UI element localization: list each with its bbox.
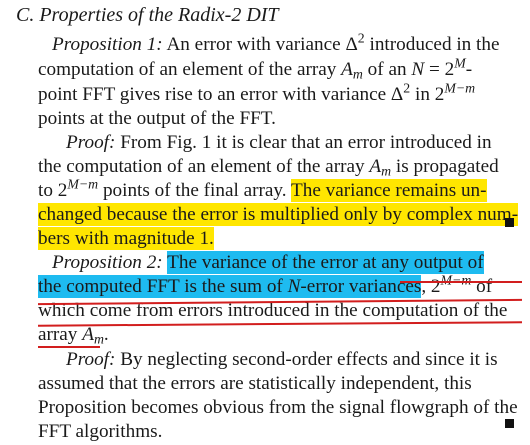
prop1-line-4: points at the output of the FFT. xyxy=(38,108,276,129)
prop1-line-3: point FFT gives rise to an error with va… xyxy=(38,80,476,105)
document-page: C. Properties of the Radix-2 DIT Proposi… xyxy=(0,0,530,442)
red-underline xyxy=(400,281,522,283)
qed-square-icon xyxy=(505,419,514,428)
proof1-label: Proof: xyxy=(66,132,116,153)
prop2-line-1: Proposition 2: The variance of the error… xyxy=(52,250,484,276)
proof2-label: Proof: xyxy=(66,349,116,370)
yellow-highlight: bers with magnitude 1. xyxy=(38,227,214,250)
prop1-line-2: computation of an element of the array A… xyxy=(38,55,473,82)
section-heading: C. Properties of the Radix-2 DIT xyxy=(16,4,279,26)
blue-highlight: The variance of the error at any output … xyxy=(167,251,484,274)
proof2-line-3: Proposition becomes obvious from the sig… xyxy=(38,397,518,418)
yellow-highlight: The variance remains un- xyxy=(291,179,487,202)
qed-square-icon xyxy=(505,218,514,227)
prop2-label: Proposition 2: xyxy=(52,252,163,273)
proof2-line-4: FFT algorithms. xyxy=(38,421,163,442)
prop1-label: Proposition 1: xyxy=(52,34,163,55)
blue-highlight: the computed FFT is the sum of N-error v… xyxy=(38,275,422,298)
proof1-line-5: bers with magnitude 1. xyxy=(38,226,214,252)
proof1-line-1: Proof: From Fig. 1 it is clear that an e… xyxy=(66,132,492,153)
proof1-line-4: changed because the error is multiplied … xyxy=(38,202,519,228)
prop1-line-1: Proposition 1: An error with variance Δ2… xyxy=(52,30,500,55)
proof1-line-2: the computation of an element of the arr… xyxy=(38,156,499,179)
proof2-line-2: assumed that the errors are statisticall… xyxy=(38,373,472,394)
yellow-highlight: changed because the error is multiplied … xyxy=(38,203,519,226)
proof2-line-1: Proof: By neglecting second-order effect… xyxy=(66,349,498,370)
prop2-line-2: the computed FFT is the sum of N-error v… xyxy=(38,272,493,298)
proof1-line-3: to 2M−m points of the final array. The v… xyxy=(38,176,487,202)
